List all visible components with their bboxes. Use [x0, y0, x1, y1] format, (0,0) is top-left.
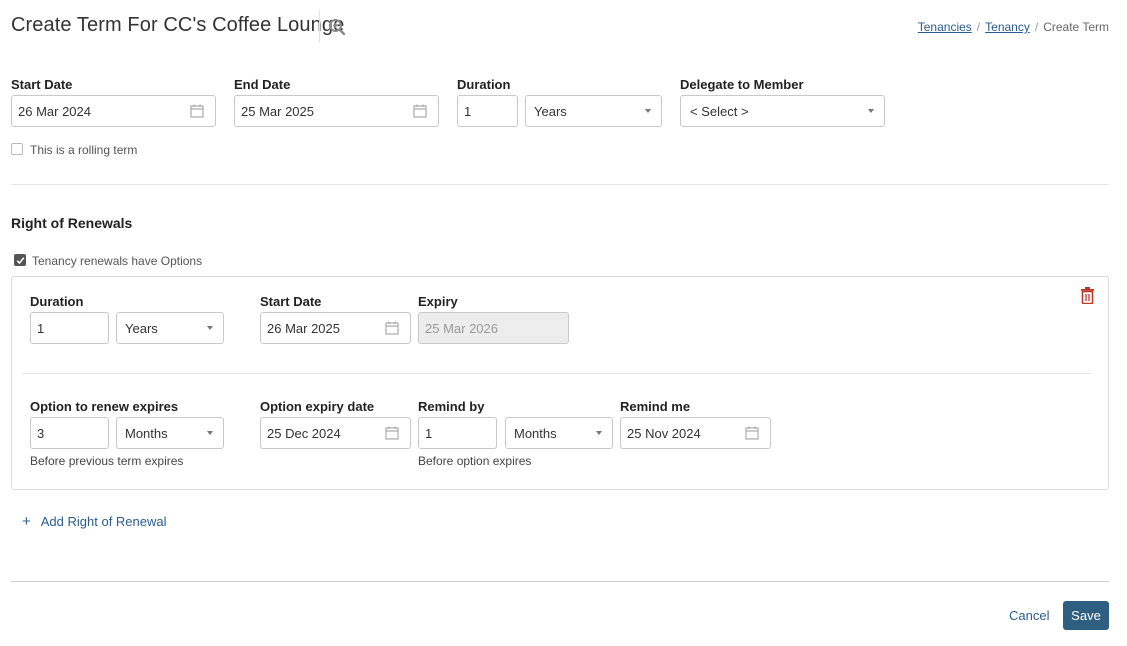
checkmark-icon	[16, 256, 24, 264]
remind-by-unit-select[interactable]: Months	[505, 417, 613, 449]
save-button[interactable]: Save	[1063, 601, 1109, 630]
option-start-date-value: 26 Mar 2025	[267, 320, 340, 336]
option-start-date-label: Start Date	[260, 294, 322, 309]
option-duration-unit-select[interactable]: Years	[116, 312, 224, 344]
duration-input[interactable]: 1	[457, 95, 518, 127]
option-divider	[22, 373, 1091, 374]
trash-icon[interactable]	[1080, 287, 1095, 304]
start-date-field[interactable]: 26 Mar 2024	[11, 95, 216, 127]
chevron-down-icon	[207, 326, 213, 330]
duration-unit-select[interactable]: Years	[525, 95, 662, 127]
zoom-in-icon[interactable]	[328, 18, 346, 36]
option-renew-expires-unit-select[interactable]: Months	[116, 417, 224, 449]
start-date-value: 26 Mar 2024	[18, 103, 91, 119]
option-expiry-value: 25 Mar 2026	[425, 320, 498, 336]
chevron-down-icon	[868, 109, 874, 113]
option-renew-expires-hint: Before previous term expires	[30, 454, 184, 468]
option-duration-unit-value: Years	[125, 320, 158, 336]
renewal-options-label: Tenancy renewals have Options	[32, 254, 203, 268]
plus-icon: +	[22, 513, 31, 530]
breadcrumb-separator: /	[976, 20, 981, 34]
option-duration-input[interactable]: 1	[30, 312, 109, 344]
option-expiry-date-value: 25 Dec 2024	[267, 425, 341, 441]
add-right-of-renewal-link[interactable]: + Add Right of Renewal	[22, 514, 167, 529]
renewals-section-title: Right of Renewals	[11, 215, 133, 231]
option-renew-expires-label: Option to renew expires	[30, 399, 179, 414]
calendar-icon[interactable]	[745, 426, 759, 440]
chevron-down-icon	[645, 109, 651, 113]
duration-unit-value: Years	[534, 103, 567, 119]
breadcrumb: Tenancies / Tenancy / Create Term	[918, 20, 1109, 34]
remind-me-date-value: 25 Nov 2024	[627, 425, 701, 441]
option-renew-expires-input[interactable]: 3	[30, 417, 109, 449]
remind-by-unit-value: Months	[514, 425, 557, 441]
duration-value: 1	[464, 103, 472, 119]
option-expiry-label: Expiry	[418, 294, 458, 309]
breadcrumb-tenancies[interactable]: Tenancies	[918, 20, 972, 34]
option-renew-expires-unit-value: Months	[125, 425, 168, 441]
delegate-value: < Select >	[690, 103, 749, 119]
remind-by-label: Remind by	[418, 399, 485, 414]
remind-by-input[interactable]: 1	[418, 417, 497, 449]
option-duration-label: Duration	[30, 294, 84, 309]
option-expiry-date-label: Option expiry date	[260, 399, 375, 414]
end-date-field[interactable]: 25 Mar 2025	[234, 95, 439, 127]
renewal-options-checkbox[interactable]	[14, 254, 26, 266]
breadcrumb-tenancy[interactable]: Tenancy	[985, 20, 1030, 34]
remind-me-date-field[interactable]: 25 Nov 2024	[620, 417, 771, 449]
option-expiry-field: 25 Mar 2026	[418, 312, 569, 344]
option-expiry-date-field[interactable]: 25 Dec 2024	[260, 417, 411, 449]
end-date-value: 25 Mar 2025	[241, 103, 314, 119]
title-divider	[319, 10, 320, 43]
add-right-of-renewal-label: Add Right of Renewal	[40, 514, 167, 529]
calendar-icon[interactable]	[385, 426, 399, 440]
start-date-label: Start Date	[11, 77, 73, 92]
calendar-icon[interactable]	[385, 321, 399, 335]
rolling-term-label: This is a rolling term	[30, 143, 138, 157]
remind-me-label: Remind me	[620, 399, 691, 414]
breadcrumb-current: Create Term	[1043, 20, 1109, 34]
section-divider	[11, 184, 1109, 185]
breadcrumb-separator: /	[1034, 20, 1039, 34]
delegate-label: Delegate to Member	[680, 77, 804, 92]
chevron-down-icon	[207, 431, 213, 435]
option-duration-value: 1	[37, 320, 45, 336]
calendar-icon[interactable]	[190, 104, 204, 118]
page-title: Create Term For CC's Coffee Lounge	[11, 14, 345, 36]
end-date-label: End Date	[234, 77, 291, 92]
delegate-select[interactable]: < Select >	[680, 95, 885, 127]
remind-by-hint: Before option expires	[418, 454, 532, 468]
duration-label: Duration	[457, 77, 511, 92]
remind-by-value: 1	[425, 425, 433, 441]
chevron-down-icon	[596, 431, 602, 435]
footer-divider	[11, 581, 1109, 582]
option-start-date-field[interactable]: 26 Mar 2025	[260, 312, 411, 344]
cancel-button[interactable]: Cancel	[1009, 608, 1049, 623]
option-renew-expires-value: 3	[37, 425, 45, 441]
rolling-term-checkbox[interactable]	[11, 143, 23, 155]
calendar-icon[interactable]	[413, 104, 427, 118]
